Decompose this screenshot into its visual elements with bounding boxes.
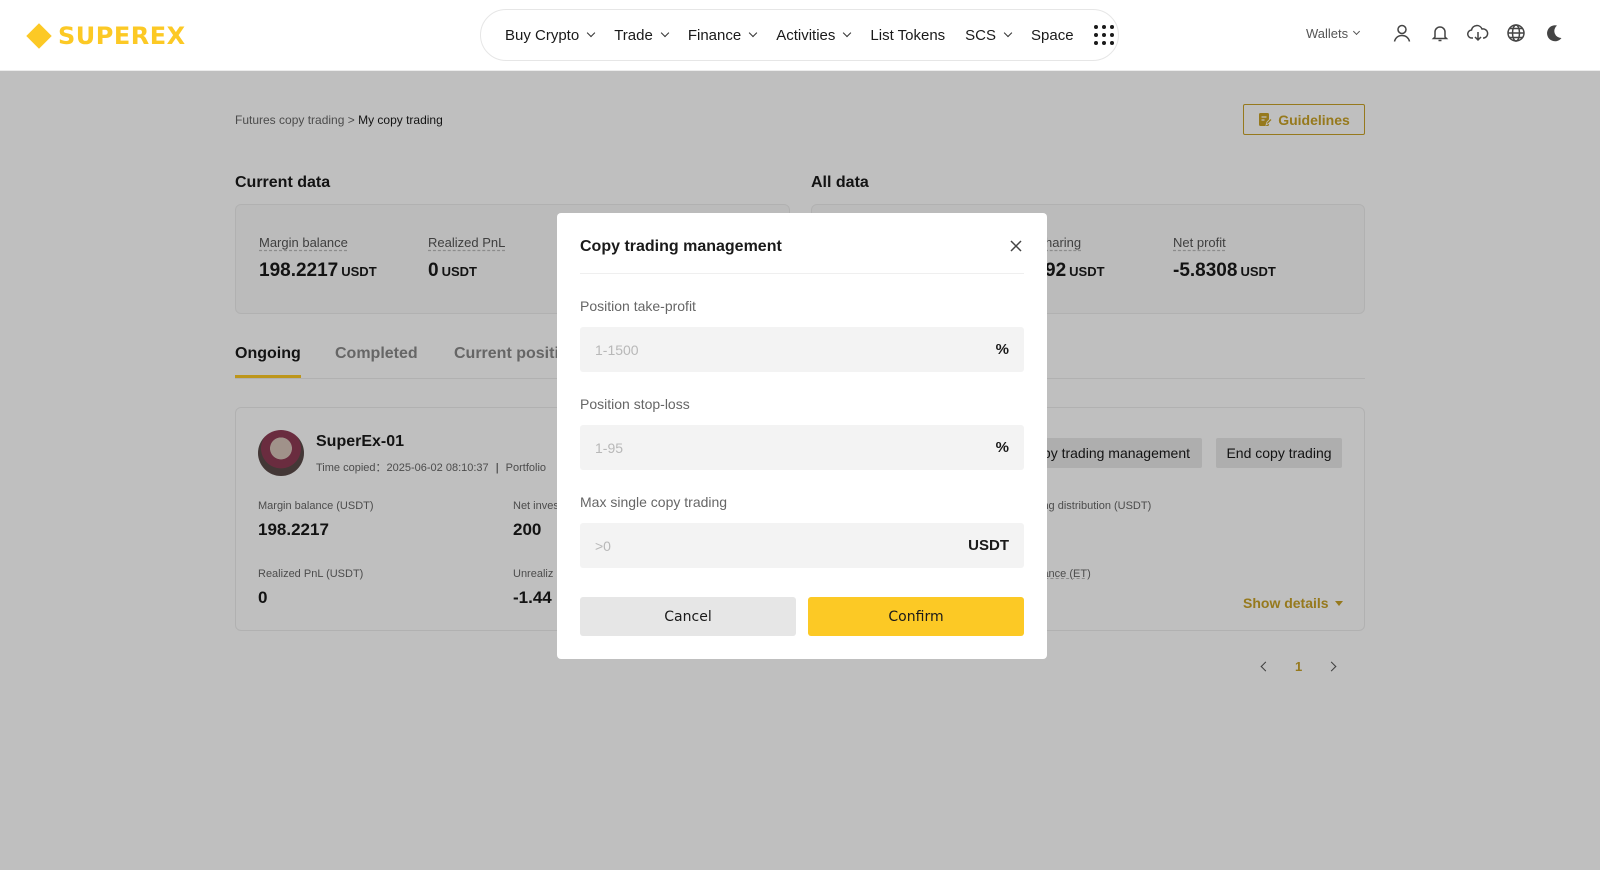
nav-activities[interactable]: Activities — [776, 26, 852, 44]
percent-suffix: % — [995, 341, 1009, 358]
nav-label: SCS — [965, 26, 997, 44]
top-navbar: SUPEREX Buy Crypto Trade Finance Activit… — [0, 0, 1600, 71]
usdt-suffix: USDT — [968, 537, 1009, 554]
user-icon[interactable] — [1391, 22, 1413, 44]
nav-scs[interactable]: SCS — [965, 26, 1013, 44]
wallets-dropdown[interactable]: Wallets — [1306, 25, 1361, 41]
close-icon[interactable] — [1009, 239, 1023, 253]
percent-suffix: % — [995, 439, 1009, 456]
wallets-label: Wallets — [1306, 25, 1349, 41]
moon-icon[interactable] — [1543, 22, 1565, 44]
cancel-button[interactable]: Cancel — [580, 597, 796, 636]
stop-loss-field: % — [580, 425, 1024, 470]
chevron-down-icon — [1003, 28, 1013, 38]
header-tools: Wallets — [1306, 22, 1581, 44]
chevron-down-icon — [748, 28, 758, 38]
chevron-down-icon — [586, 28, 596, 38]
logo-text: SUPEREX — [58, 22, 186, 50]
nav-label: Activities — [776, 26, 836, 44]
nav-label: Finance — [687, 26, 742, 44]
take-profit-input[interactable] — [595, 341, 895, 358]
chevron-down-icon — [1353, 27, 1361, 36]
nav-finance[interactable]: Finance — [687, 26, 758, 44]
main-nav: Buy Crypto Trade Finance Activities List… — [480, 9, 1119, 61]
stop-loss-input[interactable] — [595, 439, 895, 456]
modal-title: Copy trading management — [580, 238, 782, 255]
nav-trade[interactable]: Trade — [614, 26, 670, 44]
take-profit-label: Position take-profit — [580, 298, 696, 314]
stop-loss-label: Position stop-loss — [580, 396, 690, 412]
copy-trading-management-modal: Copy trading management Position take-pr… — [557, 213, 1047, 659]
modal-divider — [580, 273, 1024, 274]
nav-list-tokens[interactable]: List Tokens — [870, 27, 945, 44]
bell-icon[interactable] — [1429, 22, 1451, 44]
nav-label: List Tokens — [870, 26, 946, 44]
max-single-input[interactable] — [595, 537, 895, 554]
nav-label: Space — [1031, 26, 1074, 44]
download-icon[interactable] — [1467, 22, 1489, 44]
nav-label: Buy Crypto — [505, 26, 580, 44]
max-single-field: USDT — [580, 523, 1024, 568]
nav-label: Trade — [614, 26, 653, 44]
nav-buy-crypto[interactable]: Buy Crypto — [505, 26, 596, 44]
logo-diamond-icon — [26, 23, 52, 49]
apps-grid-icon[interactable] — [1093, 25, 1114, 45]
superex-logo[interactable]: SUPEREX — [26, 22, 186, 50]
confirm-button[interactable]: Confirm — [808, 597, 1024, 636]
chevron-down-icon — [843, 28, 852, 38]
globe-icon[interactable] — [1505, 22, 1527, 44]
nav-space[interactable]: Space — [1031, 27, 1074, 44]
max-single-label: Max single copy trading — [580, 494, 728, 510]
chevron-down-icon — [660, 28, 670, 38]
take-profit-field: % — [580, 327, 1024, 372]
